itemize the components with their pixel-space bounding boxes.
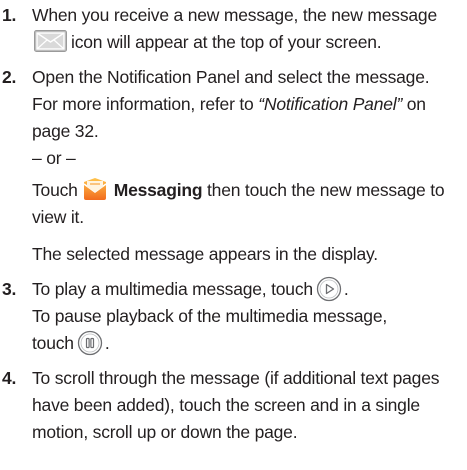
new-message-envelope-icon [34, 30, 67, 53]
step-text-line: For more information, refer to “Notifica… [32, 91, 467, 118]
step-text: . [343, 279, 349, 299]
step-text: To pause playback of the multimedia mess… [32, 306, 388, 326]
step-1: 1. When you receive a new message, the n… [0, 2, 467, 56]
step-text: To play a multimedia message, touch [32, 279, 313, 299]
step-text: then touch the new message to [202, 180, 445, 200]
step-text-line: To play a multimedia message, touch. [32, 276, 467, 303]
step-text: view it. [32, 207, 84, 227]
step-number: 2. [2, 67, 17, 87]
or-separator: – or – [32, 148, 76, 168]
step-text: For more information, refer to [32, 94, 259, 114]
step-3: 3. To play a multimedia message, touch. … [0, 276, 467, 357]
step-text-line: touch. [32, 330, 467, 357]
cross-reference: “Notification Panel” [258, 94, 403, 114]
pause-icon [77, 330, 103, 356]
step-2: 2. Open the Notification Panel and selec… [0, 64, 467, 268]
step-text-line: icon will appear at the top of your scre… [32, 29, 467, 56]
step-text: When you receive a new message, the new … [32, 5, 437, 25]
step-number: 3. [2, 279, 17, 299]
step-text: Touch [32, 180, 78, 200]
step-text: on [402, 94, 426, 114]
messaging-label: Messaging [113, 180, 203, 200]
step-number: 4. [2, 368, 17, 388]
step-text: motion, scroll up or down the page. [32, 422, 298, 442]
step-text: . [104, 333, 110, 353]
play-icon [316, 276, 342, 302]
step-text: icon will appear at the top of your scre… [71, 32, 382, 52]
step-text: have been added), touch the screen and i… [32, 395, 420, 415]
step-text: To scroll through the message (if additi… [32, 368, 440, 388]
step-number: 1. [2, 5, 17, 25]
step-text-line: Touch Messaging then touch the new messag… [32, 177, 467, 204]
step-text: Open the Notification Panel and select t… [32, 67, 430, 87]
instructions-page: 1. When you receive a new message, the n… [0, 0, 467, 470]
messaging-app-icon [82, 177, 108, 201]
step-text: The selected message appears in the disp… [32, 244, 378, 264]
step-text: touch [32, 333, 74, 353]
step-text: page 32. [32, 121, 99, 141]
step-4: 4. To scroll through the message (if add… [0, 365, 467, 446]
